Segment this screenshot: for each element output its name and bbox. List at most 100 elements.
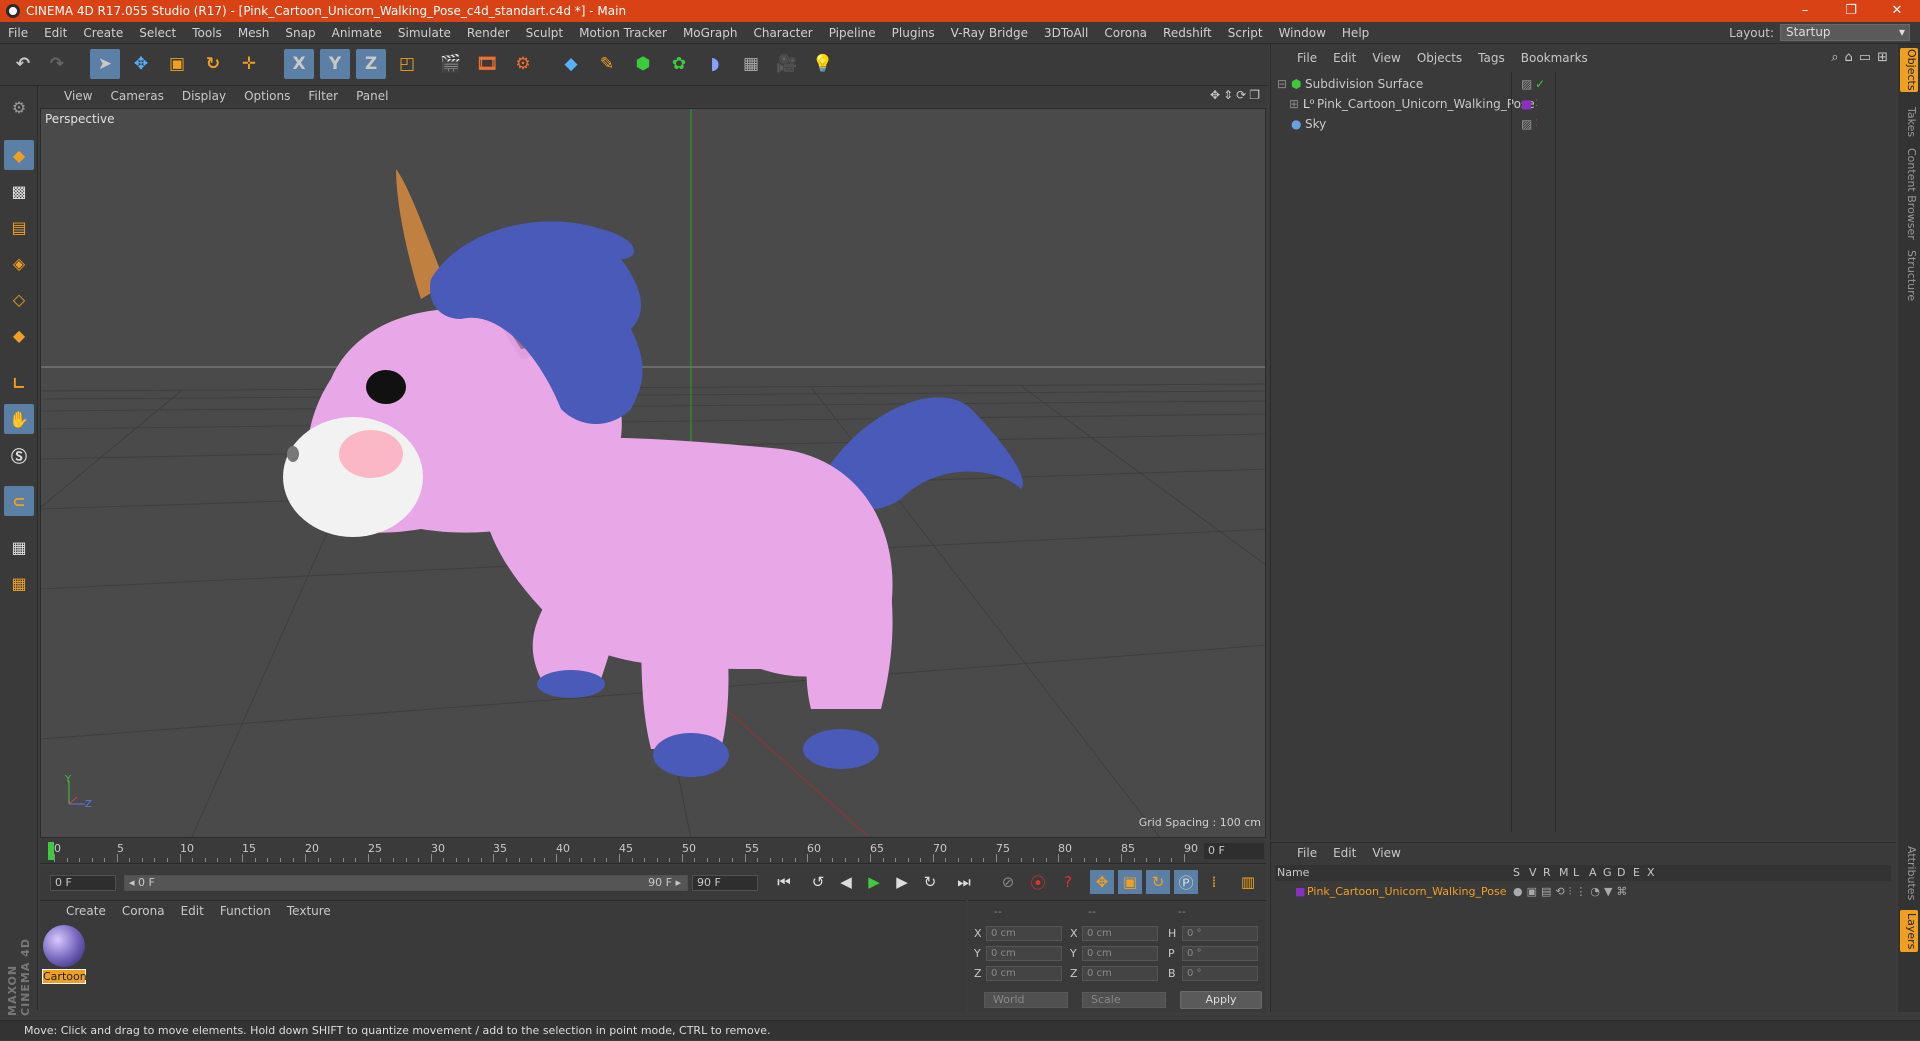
- render-view-icon[interactable]: 🎬: [436, 49, 466, 79]
- start-frame-field[interactable]: 0 F: [50, 875, 116, 891]
- viewport-menu-cameras[interactable]: Cameras: [102, 89, 173, 103]
- new-view-icon[interactable]: ⊞: [1877, 50, 1888, 65]
- z-axis-icon[interactable]: Z: [356, 49, 386, 79]
- layer-header-name[interactable]: Name: [1277, 866, 1309, 879]
- menu-edit[interactable]: Edit: [36, 26, 75, 40]
- menu-help[interactable]: Help: [1334, 26, 1377, 40]
- layer-header-m[interactable]: M: [1559, 866, 1569, 879]
- keyframe-selection-icon[interactable]: ?: [1056, 870, 1080, 894]
- visibility-dots-icon[interactable]: ⁚: [1535, 94, 1538, 114]
- pan-icon[interactable]: ✥: [1210, 88, 1220, 102]
- tab-objects[interactable]: Objects: [1900, 48, 1918, 92]
- search-icon[interactable]: ⌕: [1831, 50, 1838, 65]
- material-menu-edit[interactable]: Edit: [175, 904, 214, 918]
- tab-attributes[interactable]: Attributes: [1900, 842, 1918, 904]
- current-frame-field[interactable]: 0 F: [1204, 843, 1264, 859]
- rotate-icon[interactable]: ↻: [198, 49, 228, 79]
- perspective-viewport[interactable]: Perspective Y Z Grid Spacing : 100 cm: [40, 108, 1266, 838]
- apply-button[interactable]: Apply: [1180, 991, 1262, 1009]
- menu-render[interactable]: Render: [459, 26, 518, 40]
- material-menu-corona[interactable]: Corona: [116, 904, 175, 918]
- object-menu-view[interactable]: View: [1366, 51, 1410, 65]
- menu-simulate[interactable]: Simulate: [390, 26, 459, 40]
- render-picture-viewer-icon[interactable]: 🎞: [472, 49, 502, 79]
- layer-icon[interactable]: ▭: [1859, 50, 1871, 65]
- viewport-menu-view[interactable]: View: [56, 89, 102, 103]
- key-position-icon[interactable]: ✥: [1090, 870, 1114, 894]
- prev-key-icon[interactable]: ↺: [806, 870, 830, 894]
- coordinate-system-icon[interactable]: ◰: [392, 49, 422, 79]
- menu-script[interactable]: Script: [1220, 26, 1271, 40]
- frame-range-slider[interactable]: ◂ 0 F 90 F ▸: [124, 875, 688, 891]
- layer-menu-view[interactable]: View: [1366, 846, 1410, 860]
- key-rotation-icon[interactable]: ↻: [1146, 870, 1170, 894]
- autokey-icon[interactable]: ⦿: [1026, 870, 1050, 894]
- timeline-ruler[interactable]: 0 5 10 15 20 25 30 35 40 45 50 55 60 65 70 75 80 85 90 0 F: [40, 840, 1266, 864]
- object-menu-objects[interactable]: Objects: [1411, 51, 1472, 65]
- size-x-field[interactable]: 0 cm: [1082, 926, 1158, 941]
- menu-animate[interactable]: Animate: [324, 26, 390, 40]
- layer-header-g[interactable]: G: [1603, 866, 1612, 879]
- rotation-h-field[interactable]: 0 °: [1182, 926, 1258, 941]
- layer-menu-edit[interactable]: Edit: [1327, 846, 1366, 860]
- menu-tools[interactable]: Tools: [184, 26, 230, 40]
- tree-item-sky[interactable]: ● Sky ▨ ⁚: [1275, 114, 1893, 134]
- array-icon[interactable]: ✿: [664, 49, 694, 79]
- menu-mesh[interactable]: Mesh: [230, 26, 278, 40]
- play-icon[interactable]: ▶: [862, 870, 886, 894]
- key-pla-icon[interactable]: ⁞: [1202, 870, 1226, 894]
- menu-sculpt[interactable]: Sculpt: [518, 26, 571, 40]
- menu-motion-tracker[interactable]: Motion Tracker: [571, 26, 675, 40]
- layer-header-d[interactable]: D: [1617, 866, 1625, 879]
- layer-switches[interactable]: ●▣▤⟲⫶⋮◔▼⌘: [1513, 883, 1631, 901]
- restore-button[interactable]: ❐: [1828, 0, 1874, 22]
- tab-content-browser[interactable]: Content Browser: [1900, 148, 1918, 240]
- polygon-mode-icon[interactable]: ◆: [4, 320, 34, 350]
- tree-item-subdivision-surface[interactable]: ⊟ ⬢ Subdivision Surface ▨ ✓: [1275, 74, 1893, 94]
- timeline-playhead[interactable]: [48, 842, 54, 860]
- timeline-ticks[interactable]: 0 5 10 15 20 25 30 35 40 45 50 55 60 65 70 75 80 85 90: [48, 840, 1202, 862]
- goto-start-icon[interactable]: ⏮: [772, 870, 796, 894]
- layer-header-v[interactable]: V: [1529, 866, 1537, 879]
- expand-icon[interactable]: ⊞: [1289, 94, 1299, 114]
- subdivision-icon[interactable]: ⬢: [628, 49, 658, 79]
- redo-icon[interactable]: ↷: [42, 49, 72, 79]
- visibility-icon[interactable]: ▨: [1521, 114, 1532, 134]
- material-menu-function[interactable]: Function: [214, 904, 281, 918]
- key-parameter-icon[interactable]: Ⓟ: [1174, 870, 1198, 894]
- maximize-view-icon[interactable]: ❐: [1249, 88, 1260, 102]
- key-scale-icon[interactable]: ▣: [1118, 870, 1142, 894]
- layer-header-r[interactable]: R: [1543, 866, 1551, 879]
- lock-workplane-icon[interactable]: ▦: [4, 532, 34, 562]
- menu-plugins[interactable]: Plugins: [884, 26, 943, 40]
- home-icon[interactable]: ⌂: [1845, 50, 1853, 65]
- tree-item-unicorn[interactable]: ⊞ L⁰ Pink_Cartoon_Unicorn_Walking_Pose ■…: [1275, 94, 1893, 114]
- move-icon[interactable]: ✥: [126, 49, 156, 79]
- collapse-icon[interactable]: ⊟: [1277, 74, 1287, 94]
- layer-color-icon[interactable]: ■: [1521, 94, 1532, 114]
- timeline-window-icon[interactable]: ▥: [1236, 870, 1260, 894]
- undo-icon[interactable]: ↶: [8, 49, 38, 79]
- position-z-field[interactable]: 0 cm: [986, 966, 1062, 981]
- visibility-dots-icon[interactable]: ⁚: [1535, 114, 1538, 134]
- viewport-menu-display[interactable]: Display: [174, 89, 236, 103]
- snap-icon[interactable]: Ⓢ: [4, 440, 34, 470]
- object-menu-edit[interactable]: Edit: [1327, 51, 1366, 65]
- point-mode-icon[interactable]: ◈: [4, 248, 34, 278]
- viewport-menu-panel[interactable]: Panel: [348, 89, 398, 103]
- material-menu-texture[interactable]: Texture: [281, 904, 341, 918]
- floor-icon[interactable]: ▦: [736, 49, 766, 79]
- minimize-button[interactable]: –: [1782, 0, 1828, 22]
- tweak-mode-icon[interactable]: ✋: [4, 404, 34, 434]
- make-editable-icon[interactable]: ⚙: [4, 92, 34, 122]
- model-mode-icon[interactable]: ◆: [4, 140, 34, 170]
- material-swatch[interactable]: Cartoon: [42, 925, 87, 984]
- texture-mode-icon[interactable]: ▩: [4, 176, 34, 206]
- layer-header-a[interactable]: A: [1589, 866, 1597, 879]
- render-settings-icon[interactable]: ⚙: [508, 49, 538, 79]
- layer-header-s[interactable]: S: [1513, 866, 1520, 879]
- layer-menu-file[interactable]: File: [1291, 846, 1327, 860]
- cube-icon[interactable]: ◆: [556, 49, 586, 79]
- workplane-mode-icon[interactable]: ▤: [4, 212, 34, 242]
- visibility-icon[interactable]: ▨: [1521, 74, 1532, 94]
